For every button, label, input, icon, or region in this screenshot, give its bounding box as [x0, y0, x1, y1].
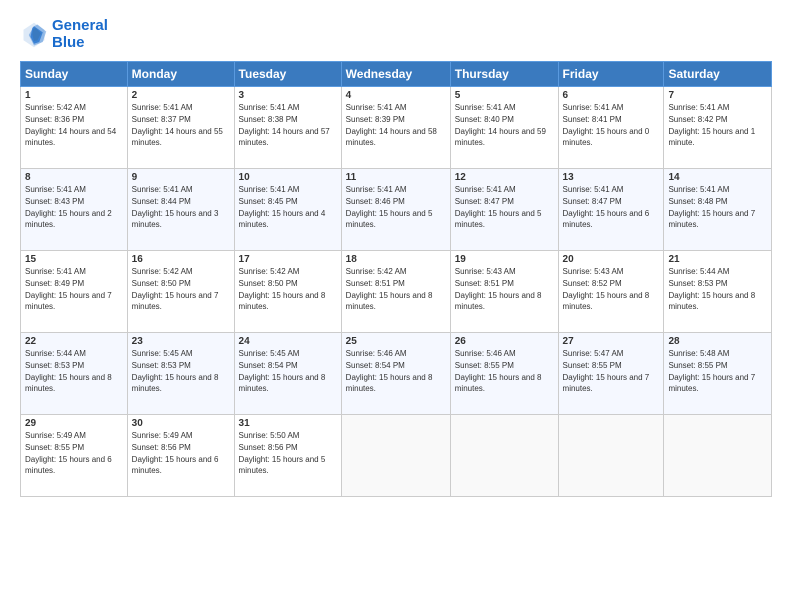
calendar-cell: 21Sunrise: 5:44 AMSunset: 8:53 PMDayligh…	[664, 251, 772, 333]
calendar-cell: 17Sunrise: 5:42 AMSunset: 8:50 PMDayligh…	[234, 251, 341, 333]
col-tuesday: Tuesday	[234, 62, 341, 87]
calendar-cell: 28Sunrise: 5:48 AMSunset: 8:55 PMDayligh…	[664, 333, 772, 415]
calendar-cell: 31Sunrise: 5:50 AMSunset: 8:56 PMDayligh…	[234, 415, 341, 497]
calendar-cell: 5Sunrise: 5:41 AMSunset: 8:40 PMDaylight…	[450, 87, 558, 169]
calendar-cell: 10Sunrise: 5:41 AMSunset: 8:45 PMDayligh…	[234, 169, 341, 251]
calendar-cell	[450, 415, 558, 497]
calendar-cell: 1Sunrise: 5:42 AMSunset: 8:36 PMDaylight…	[21, 87, 128, 169]
col-wednesday: Wednesday	[341, 62, 450, 87]
week-row-4: 22Sunrise: 5:44 AMSunset: 8:53 PMDayligh…	[21, 333, 772, 415]
calendar-cell: 12Sunrise: 5:41 AMSunset: 8:47 PMDayligh…	[450, 169, 558, 251]
col-monday: Monday	[127, 62, 234, 87]
calendar-cell: 3Sunrise: 5:41 AMSunset: 8:38 PMDaylight…	[234, 87, 341, 169]
header: General Blue	[20, 18, 772, 51]
calendar-cell: 30Sunrise: 5:49 AMSunset: 8:56 PMDayligh…	[127, 415, 234, 497]
calendar-cell: 16Sunrise: 5:42 AMSunset: 8:50 PMDayligh…	[127, 251, 234, 333]
col-thursday: Thursday	[450, 62, 558, 87]
calendar-header-row: Sunday Monday Tuesday Wednesday Thursday…	[21, 62, 772, 87]
week-row-5: 29Sunrise: 5:49 AMSunset: 8:55 PMDayligh…	[21, 415, 772, 497]
calendar-cell: 9Sunrise: 5:41 AMSunset: 8:44 PMDaylight…	[127, 169, 234, 251]
calendar-cell	[341, 415, 450, 497]
col-sunday: Sunday	[21, 62, 128, 87]
logo-text: General Blue	[52, 18, 108, 51]
calendar-cell: 18Sunrise: 5:42 AMSunset: 8:51 PMDayligh…	[341, 251, 450, 333]
week-row-3: 15Sunrise: 5:41 AMSunset: 8:49 PMDayligh…	[21, 251, 772, 333]
page: General Blue Sunday Monday Tuesday Wedne…	[0, 0, 792, 612]
week-row-1: 1Sunrise: 5:42 AMSunset: 8:36 PMDaylight…	[21, 87, 772, 169]
calendar-cell: 19Sunrise: 5:43 AMSunset: 8:51 PMDayligh…	[450, 251, 558, 333]
calendar-cell: 29Sunrise: 5:49 AMSunset: 8:55 PMDayligh…	[21, 415, 128, 497]
calendar-cell: 22Sunrise: 5:44 AMSunset: 8:53 PMDayligh…	[21, 333, 128, 415]
calendar-table: Sunday Monday Tuesday Wednesday Thursday…	[20, 61, 772, 497]
col-friday: Friday	[558, 62, 664, 87]
calendar-cell: 11Sunrise: 5:41 AMSunset: 8:46 PMDayligh…	[341, 169, 450, 251]
logo-icon	[20, 21, 48, 49]
calendar-cell: 24Sunrise: 5:45 AMSunset: 8:54 PMDayligh…	[234, 333, 341, 415]
calendar-cell: 27Sunrise: 5:47 AMSunset: 8:55 PMDayligh…	[558, 333, 664, 415]
calendar-cell: 13Sunrise: 5:41 AMSunset: 8:47 PMDayligh…	[558, 169, 664, 251]
calendar-cell: 26Sunrise: 5:46 AMSunset: 8:55 PMDayligh…	[450, 333, 558, 415]
calendar-cell: 2Sunrise: 5:41 AMSunset: 8:37 PMDaylight…	[127, 87, 234, 169]
calendar-cell: 8Sunrise: 5:41 AMSunset: 8:43 PMDaylight…	[21, 169, 128, 251]
calendar-cell: 14Sunrise: 5:41 AMSunset: 8:48 PMDayligh…	[664, 169, 772, 251]
logo: General Blue	[20, 18, 108, 51]
calendar-cell: 4Sunrise: 5:41 AMSunset: 8:39 PMDaylight…	[341, 87, 450, 169]
col-saturday: Saturday	[664, 62, 772, 87]
week-row-2: 8Sunrise: 5:41 AMSunset: 8:43 PMDaylight…	[21, 169, 772, 251]
calendar-cell: 20Sunrise: 5:43 AMSunset: 8:52 PMDayligh…	[558, 251, 664, 333]
calendar-cell: 15Sunrise: 5:41 AMSunset: 8:49 PMDayligh…	[21, 251, 128, 333]
calendar-cell: 25Sunrise: 5:46 AMSunset: 8:54 PMDayligh…	[341, 333, 450, 415]
calendar-cell	[664, 415, 772, 497]
calendar-cell: 23Sunrise: 5:45 AMSunset: 8:53 PMDayligh…	[127, 333, 234, 415]
calendar-cell: 7Sunrise: 5:41 AMSunset: 8:42 PMDaylight…	[664, 87, 772, 169]
calendar-cell	[558, 415, 664, 497]
calendar-cell: 6Sunrise: 5:41 AMSunset: 8:41 PMDaylight…	[558, 87, 664, 169]
